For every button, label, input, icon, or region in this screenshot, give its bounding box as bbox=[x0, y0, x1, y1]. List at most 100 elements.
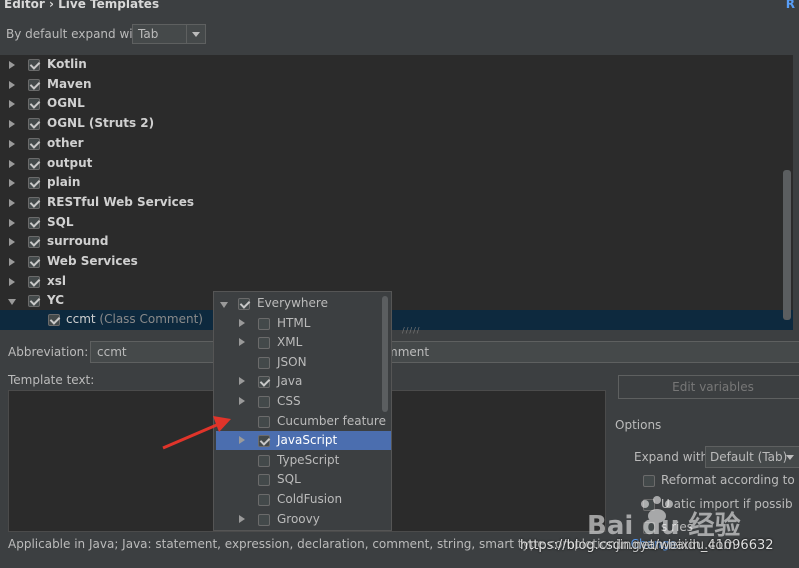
context-checkbox[interactable] bbox=[238, 298, 250, 310]
chevron-right-icon[interactable] bbox=[9, 218, 15, 227]
chevron-right-icon[interactable] bbox=[9, 238, 15, 247]
group-label: plain bbox=[47, 175, 81, 190]
context-item[interactable]: CSS bbox=[216, 392, 391, 411]
chevron-down-icon[interactable] bbox=[786, 455, 794, 460]
description-input[interactable]: mment bbox=[385, 341, 799, 363]
chevron-right-icon[interactable] bbox=[9, 159, 15, 168]
template-group-row[interactable]: RESTful Web Services bbox=[0, 193, 793, 213]
chevron-right-icon[interactable] bbox=[9, 258, 15, 266]
context-label: XML bbox=[277, 335, 303, 350]
chevron-right-icon[interactable] bbox=[239, 514, 245, 523]
chevron-right-icon[interactable] bbox=[239, 377, 245, 386]
template-group-row[interactable]: Web Services bbox=[0, 252, 793, 272]
context-checkbox[interactable] bbox=[258, 415, 270, 428]
context-label: HTML bbox=[277, 315, 311, 330]
context-item[interactable]: ColdFusion bbox=[216, 490, 391, 509]
group-checkbox[interactable] bbox=[28, 59, 40, 71]
template-group-row[interactable]: other bbox=[0, 134, 793, 154]
group-label: YC bbox=[47, 293, 65, 308]
template-checkbox[interactable] bbox=[48, 314, 60, 327]
context-checkbox[interactable] bbox=[258, 317, 270, 330]
reset-link[interactable]: R bbox=[786, 0, 795, 11]
group-checkbox[interactable] bbox=[28, 177, 40, 190]
template-group-row[interactable]: OGNL bbox=[0, 94, 793, 114]
context-item[interactable]: XML bbox=[216, 333, 391, 352]
group-checkbox[interactable] bbox=[28, 275, 40, 288]
group-checkbox[interactable] bbox=[28, 295, 40, 308]
context-item[interactable]: JSON bbox=[216, 353, 391, 372]
chevron-down-icon[interactable] bbox=[8, 299, 16, 306]
group-label: output bbox=[47, 155, 93, 170]
context-checkbox[interactable] bbox=[258, 376, 270, 389]
context-checkbox[interactable] bbox=[258, 396, 270, 408]
group-checkbox[interactable] bbox=[28, 118, 40, 131]
chevron-right-icon[interactable] bbox=[9, 198, 15, 207]
chevron-right-icon[interactable] bbox=[239, 318, 245, 327]
template-group-row[interactable]: surround bbox=[0, 232, 793, 252]
context-checkbox[interactable] bbox=[258, 435, 270, 448]
chevron-right-icon[interactable] bbox=[9, 61, 15, 69]
template-group-row[interactable]: output bbox=[0, 154, 793, 174]
context-checkbox[interactable] bbox=[258, 356, 270, 369]
context-item[interactable]: Everywhere bbox=[216, 294, 391, 313]
context-checkbox[interactable] bbox=[258, 494, 270, 506]
group-checkbox[interactable] bbox=[28, 137, 40, 150]
chevron-right-icon[interactable] bbox=[9, 139, 15, 148]
group-label: Kotlin bbox=[47, 57, 87, 71]
template-group-row[interactable]: xsl bbox=[0, 272, 793, 292]
chevron-right-icon[interactable] bbox=[9, 100, 15, 109]
template-group-row[interactable]: Kotlin bbox=[0, 55, 793, 75]
group-checkbox[interactable] bbox=[28, 216, 40, 229]
template-name: ccmt bbox=[66, 312, 96, 327]
reformat-checkbox[interactable] bbox=[643, 475, 655, 487]
group-label: RESTful Web Services bbox=[47, 194, 195, 209]
context-popup[interactable]: Everywhere HTML XML JSON Java CSS Cucumber fea… bbox=[213, 291, 392, 531]
context-checkbox[interactable] bbox=[258, 454, 270, 467]
context-checkbox[interactable] bbox=[258, 337, 270, 350]
context-item[interactable]: JavaScript bbox=[216, 431, 391, 451]
breadcrumb-parent[interactable]: Editor bbox=[4, 0, 45, 11]
expand-with-combobox[interactable]: Default (Tab) bbox=[705, 446, 799, 468]
default-expand-combobox[interactable]: Tab bbox=[132, 24, 206, 44]
expand-with-label: Expand with bbox=[634, 450, 709, 464]
context-item[interactable]: Groovy bbox=[216, 510, 391, 529]
chevron-right-icon[interactable] bbox=[9, 179, 15, 188]
chevron-down-icon[interactable] bbox=[220, 302, 228, 308]
template-group-row[interactable]: YC bbox=[0, 291, 793, 311]
template-group-row[interactable]: OGNL (Struts 2) bbox=[0, 114, 793, 134]
template-tree[interactable]: Kotlin Maven OGNL OGNL (Struts 2) other outpu… bbox=[0, 55, 793, 331]
tree-scrollbar[interactable] bbox=[783, 170, 791, 320]
group-checkbox[interactable] bbox=[28, 157, 40, 170]
context-item[interactable]: Cucumber feature bbox=[216, 412, 391, 431]
group-checkbox[interactable] bbox=[28, 98, 40, 111]
edit-variables-button[interactable]: Edit variables bbox=[618, 375, 799, 399]
chevron-right-icon[interactable] bbox=[9, 277, 15, 286]
template-row-selected[interactable]: ccmt (Class Comment) bbox=[0, 310, 793, 331]
context-label: Groovy bbox=[277, 511, 320, 526]
context-item[interactable]: TypeScript bbox=[216, 451, 391, 470]
group-label: xsl bbox=[47, 273, 66, 288]
description-value: mment bbox=[386, 345, 430, 359]
abbreviation-input[interactable]: ccmt bbox=[90, 341, 220, 363]
context-item[interactable]: SQL bbox=[216, 470, 391, 489]
context-checkbox[interactable] bbox=[258, 513, 270, 526]
chevron-right-icon[interactable] bbox=[239, 397, 245, 405]
template-group-row[interactable]: SQL bbox=[0, 213, 793, 233]
group-checkbox[interactable] bbox=[28, 78, 40, 91]
group-checkbox[interactable] bbox=[28, 196, 40, 209]
chevron-right-icon[interactable] bbox=[9, 80, 15, 89]
reformat-label: Reformat according to sty bbox=[661, 473, 799, 487]
group-checkbox[interactable] bbox=[28, 236, 40, 249]
chevron-down-icon[interactable] bbox=[186, 25, 205, 43]
context-item[interactable]: HTML bbox=[216, 314, 391, 333]
abbreviation-label: Abbreviation: bbox=[8, 345, 89, 359]
chevron-right-icon[interactable] bbox=[239, 436, 245, 445]
context-item[interactable]: Java bbox=[216, 372, 391, 391]
chevron-right-icon[interactable] bbox=[239, 338, 245, 347]
group-checkbox[interactable] bbox=[28, 256, 40, 268]
chevron-right-icon[interactable] bbox=[9, 120, 15, 129]
template-group-row[interactable]: Maven bbox=[0, 75, 793, 95]
context-checkbox[interactable] bbox=[258, 474, 270, 487]
template-group-row[interactable]: plain bbox=[0, 173, 793, 193]
splitter-grip-icon[interactable]: ///// bbox=[402, 326, 420, 335]
